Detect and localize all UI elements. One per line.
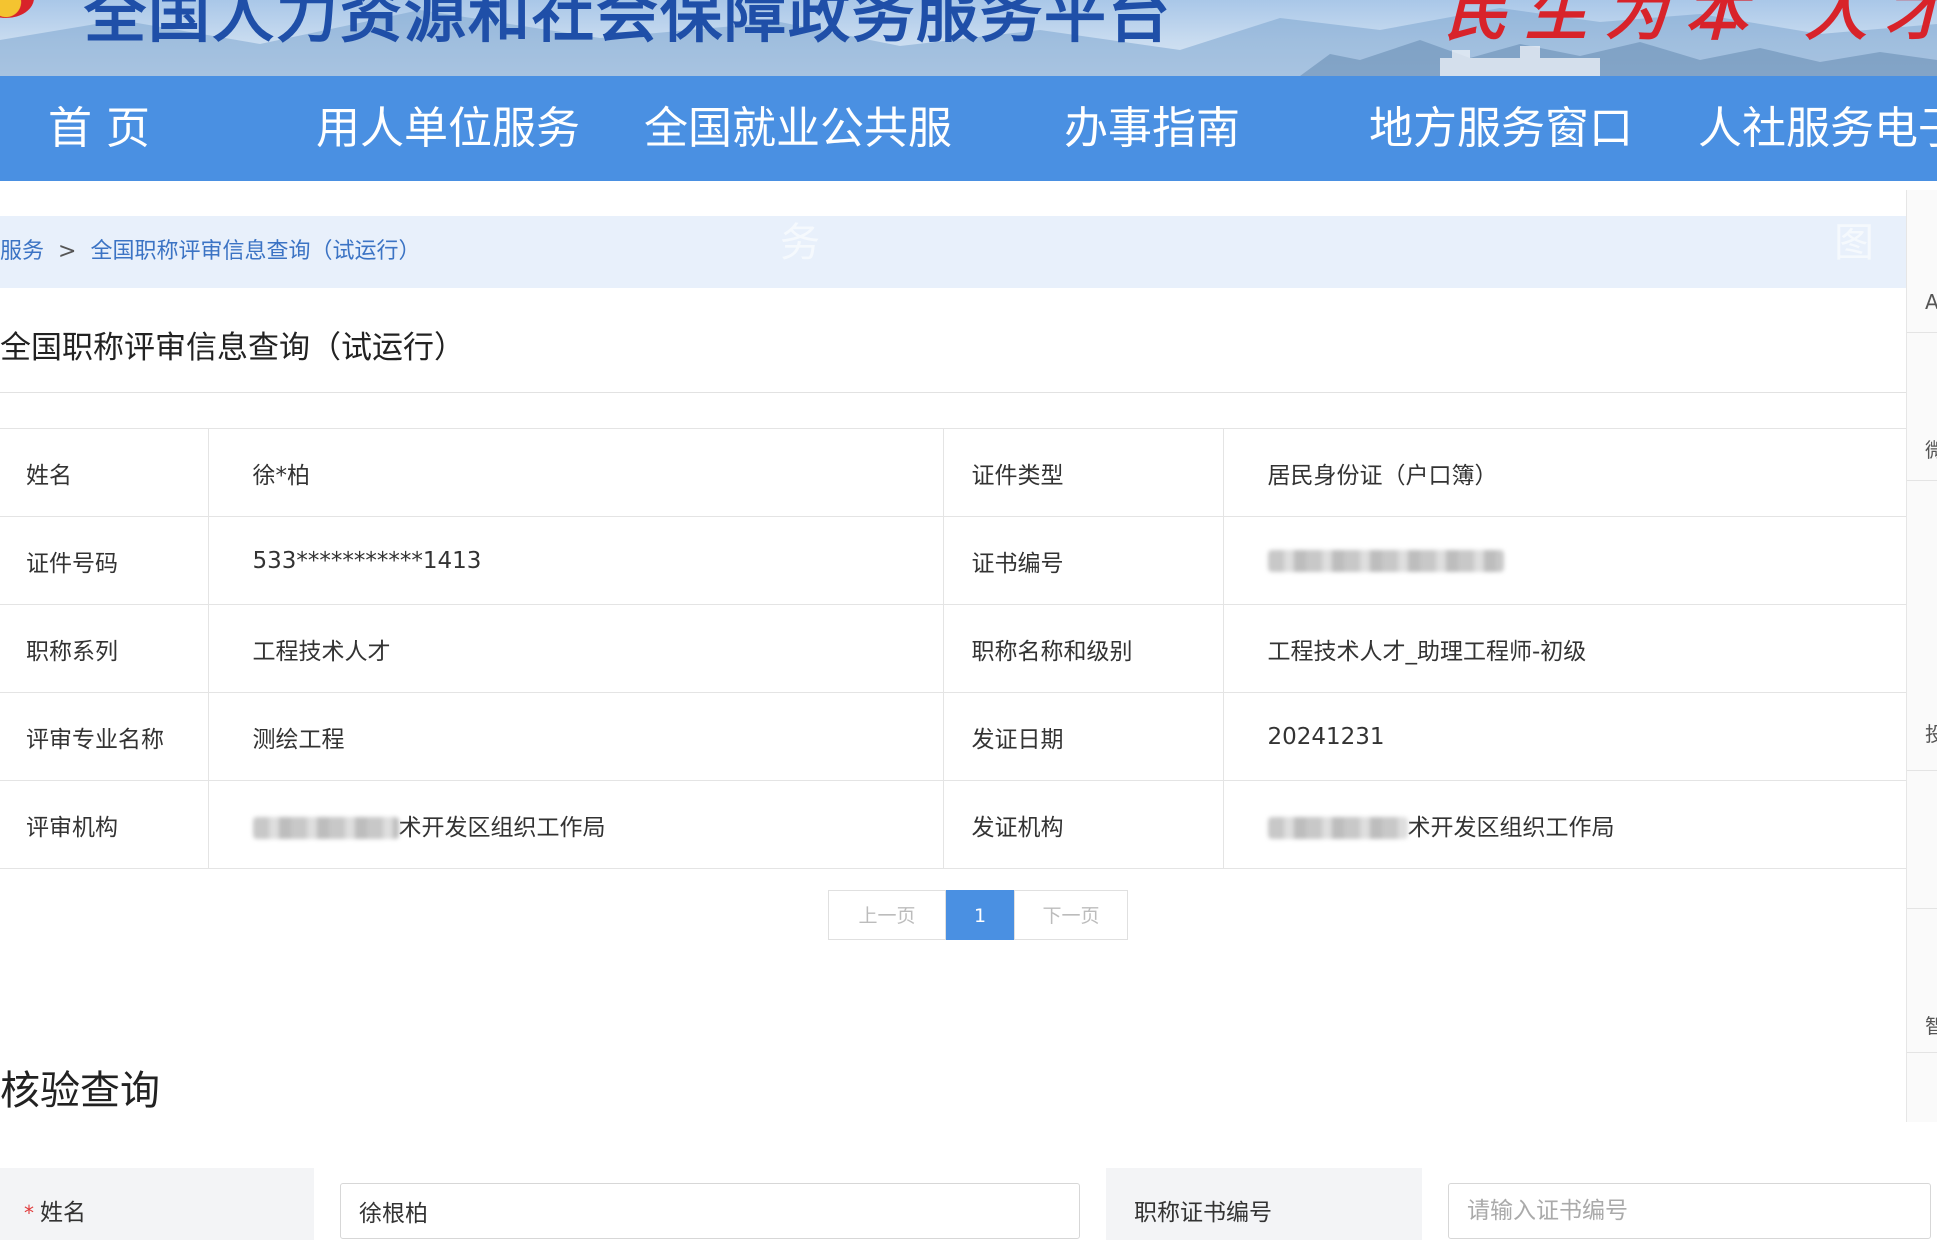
redacted-issuer-prefix <box>1267 817 1408 839</box>
table-row: 职称系列 工程技术人才 职称名称和级别 工程技术人才_助理工程师-初级 <box>0 604 1906 693</box>
breadcrumb-separator: > <box>58 239 77 264</box>
row-label: 证件类型 <box>942 428 1223 517</box>
breadcrumb-parent-link[interactable]: 服务 <box>0 239 44 264</box>
nav-home[interactable]: 首 页 <box>48 76 150 181</box>
row-label: 评审机构 <box>0 780 208 869</box>
review-agency-cell: 术开发区组织工作局 <box>207 780 943 869</box>
side-divider <box>1907 332 1937 333</box>
site-title: 全国人力资源和社会保障政务服务平台 <box>84 0 1173 51</box>
side-divider <box>1907 770 1937 771</box>
redacted-certificate-number <box>1267 550 1504 572</box>
row-value: 测绘工程 <box>207 692 943 781</box>
row-label: 证件号码 <box>0 516 208 605</box>
row-label: 发证机构 <box>942 780 1223 869</box>
verify-section-title: 核验查询 <box>0 1068 160 1114</box>
table-row: 评审机构 术开发区组织工作局 发证机构 术开发区组织工作局 <box>0 780 1906 869</box>
cert-number-label: 职称证书编号 <box>1106 1168 1422 1240</box>
row-value: 工程技术人才 <box>207 604 943 693</box>
redacted-agency-prefix <box>252 817 399 839</box>
next-page-button[interactable]: 下一页 <box>1014 890 1128 940</box>
page-title: 全国职称评审信息查询（试运行） <box>0 330 465 366</box>
breadcrumb: 服务 > 全国职称评审信息查询（试运行） <box>0 216 1906 288</box>
row-label: 证书编号 <box>942 516 1223 605</box>
prev-page-button[interactable]: 上一页 <box>828 890 946 940</box>
title-record-table: 姓名 徐*柏 证件类型 居民身份证（户口簿） 证件号码 533*********… <box>0 428 1906 869</box>
row-label: 职称名称和级别 <box>942 604 1223 693</box>
verify-form: *姓名 职称证书编号 <box>0 1168 1937 1240</box>
nav-overflow-char-2: 图 <box>1834 220 1874 266</box>
cert-number-input[interactable] <box>1448 1183 1931 1239</box>
certificate-number-cell <box>1222 516 1906 605</box>
nav-employer-services[interactable]: 用人单位服务 <box>316 76 580 181</box>
name-label: * 姓名 <box>0 1168 314 1240</box>
required-mark: * <box>24 1201 34 1225</box>
row-value: 533***********1413 <box>207 516 943 605</box>
nav-public-employment-services[interactable]: 全国就业公共服 <box>644 76 952 181</box>
nav-overflow-char-1: 务 <box>780 220 820 266</box>
site-slogan: 民生为本 人才优先 <box>1445 0 1937 49</box>
side-item-complaint[interactable]: 投 <box>1925 718 1937 747</box>
side-toolbar: A 微 投 智 <box>1906 190 1937 1122</box>
name-input[interactable] <box>340 1183 1080 1239</box>
row-value: 工程技术人才_助理工程师-初级 <box>1222 604 1906 693</box>
side-divider <box>1907 908 1937 909</box>
side-divider <box>1907 1052 1937 1053</box>
review-agency-text: 术开发区组织工作局 <box>398 814 606 841</box>
name-label-text: 姓名 <box>40 1200 86 1226</box>
side-item-wechat[interactable]: 微 <box>1925 434 1937 463</box>
table-row: 证件号码 533***********1413 证书编号 <box>0 516 1906 605</box>
main-nav: 首 页 用人单位服务 全国就业公共服 办事指南 地方服务窗口 人社服务电子 <box>0 76 1937 181</box>
issuing-agency-cell: 术开发区组织工作局 <box>1222 780 1906 869</box>
issuing-agency-text: 术开发区组织工作局 <box>1407 814 1615 841</box>
row-label: 姓名 <box>0 428 208 517</box>
table-row: 姓名 徐*柏 证件类型 居民身份证（户口簿） <box>0 428 1906 517</box>
side-item-accessibility[interactable]: A <box>1925 290 1937 314</box>
title-divider <box>0 392 1906 393</box>
page-1-button[interactable]: 1 <box>946 890 1014 940</box>
nav-service-guide[interactable]: 办事指南 <box>1064 76 1240 181</box>
nav-local-service-windows[interactable]: 地方服务窗口 <box>1369 76 1633 181</box>
pagination: 上一页 1 下一页 <box>828 890 1128 940</box>
table-row: 评审专业名称 测绘工程 发证日期 20241231 <box>0 692 1906 781</box>
row-value: 20241231 <box>1222 692 1906 781</box>
row-label: 职称系列 <box>0 604 208 693</box>
row-label: 发证日期 <box>942 692 1223 781</box>
nav-hrss-e-services[interactable]: 人社服务电子 <box>1698 76 1937 181</box>
row-label: 评审专业名称 <box>0 692 208 781</box>
site-banner: 全国人力资源和社会保障政务服务平台 民生为本 人才优先 <box>0 0 1937 76</box>
side-item-smart-service[interactable]: 智 <box>1925 1010 1937 1039</box>
row-value: 居民身份证（户口簿） <box>1222 428 1906 517</box>
row-value: 徐*柏 <box>207 428 943 517</box>
breadcrumb-current-link[interactable]: 全国职称评审信息查询（试运行） <box>90 239 420 264</box>
side-divider <box>1907 480 1937 481</box>
